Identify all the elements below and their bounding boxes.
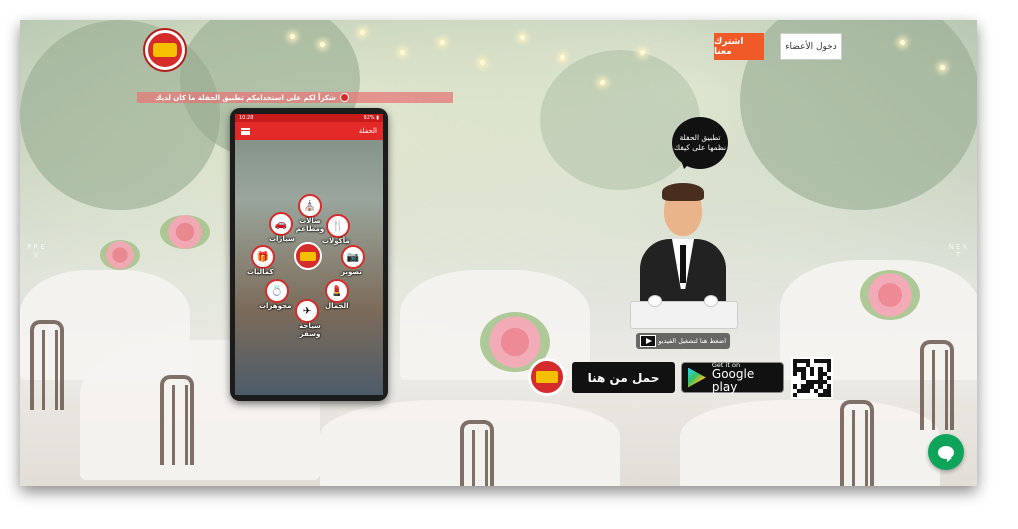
- download-here-button[interactable]: حمل من هنا: [572, 362, 675, 393]
- hero-frame: دخول الأعضاء اشترك معنا شكراً لكم على اس…: [20, 20, 977, 486]
- category-label-food: مأكولات: [322, 237, 350, 245]
- google-play-button[interactable]: Get it on Google play: [681, 361, 784, 394]
- speech-bubble: تطبيق الحفلة نظمها على كيفك: [672, 117, 728, 169]
- phone-status-bar: 10:28 92% ▮: [235, 114, 383, 122]
- food-icon[interactable]: 🍴: [326, 214, 350, 238]
- status-battery: 92% ▮: [363, 115, 379, 121]
- accessories-icon[interactable]: 🎁: [251, 245, 275, 269]
- brand-logo[interactable]: [145, 30, 185, 70]
- mascot-character: [630, 183, 738, 333]
- travel-icon[interactable]: ✈: [295, 299, 319, 323]
- join-button[interactable]: اشترك معنا: [714, 33, 764, 60]
- camera-icon[interactable]: 📷: [341, 245, 365, 269]
- category-label-jewelry: مجوهرات: [259, 302, 292, 310]
- mascot-tie: [680, 245, 686, 283]
- gplay-big-text: Google play: [711, 367, 755, 394]
- chat-icon: [938, 445, 954, 462]
- qr-code: [791, 357, 833, 399]
- phone-app-title: الحفلة: [358, 127, 377, 135]
- slider-prev-button[interactable]: PREV: [20, 236, 54, 266]
- hall-icon[interactable]: ⛪: [298, 194, 322, 218]
- mascot-hair: [662, 183, 704, 201]
- phone-mockup: 10:28 92% ▮ الحفلة ⛪ صالات ومطاعم 🚗 سيار…: [230, 108, 388, 401]
- status-time: 10:28: [239, 115, 254, 121]
- member-login-button[interactable]: دخول الأعضاء: [780, 33, 842, 60]
- bubble-line-2: نظمها على كيفك: [673, 143, 727, 152]
- jewelry-icon[interactable]: 💍: [265, 279, 289, 303]
- mascot-hand: [704, 295, 718, 307]
- video-play-icon: [640, 335, 656, 347]
- chat-button[interactable]: [928, 434, 964, 470]
- mascot-hand: [648, 295, 662, 307]
- category-label-accessories: كماليات: [247, 268, 274, 276]
- play-video-button[interactable]: اضغط هنا لتشغيل الفيديو: [636, 333, 730, 349]
- category-label-photography: تصوير: [341, 268, 362, 276]
- center-logo-icon: [294, 242, 322, 270]
- category-label-halls: صالات ومطاعم: [295, 217, 325, 233]
- category-label-cars: سيارات: [269, 235, 295, 243]
- mascot-desk: [630, 301, 738, 329]
- beauty-icon[interactable]: 💄: [325, 279, 349, 303]
- slider-next-button[interactable]: NEXT: [942, 236, 976, 266]
- google-play-icon: [688, 367, 706, 388]
- slider-prev-label: PREV: [27, 242, 47, 259]
- category-label-travel: سياحة وسفر: [299, 322, 321, 338]
- car-icon[interactable]: 🚗: [269, 212, 293, 236]
- phone-app-bar: الحفلة: [235, 122, 383, 140]
- category-label-beauty: الجمال: [325, 302, 349, 310]
- play-video-label: اضغط هنا لتشغيل الفيديو: [658, 337, 726, 345]
- bubble-line-1: تطبيق الحفلة: [679, 132, 721, 142]
- announcement-ticker: شكراً لكم على استخدامكم تطبيق الحفلة ما …: [137, 92, 453, 103]
- menu-icon[interactable]: [241, 127, 250, 135]
- ticker-logo-icon: [339, 93, 349, 102]
- background-overlay: [20, 20, 977, 486]
- download-logo: [528, 358, 566, 396]
- ticker-text: شكراً لكم على استخدامكم تطبيق الحفلة ما …: [155, 93, 336, 102]
- phone-screen: 10:28 92% ▮ الحفلة ⛪ صالات ومطاعم 🚗 سيار…: [235, 114, 383, 395]
- slider-next-label: NEXT: [948, 242, 970, 259]
